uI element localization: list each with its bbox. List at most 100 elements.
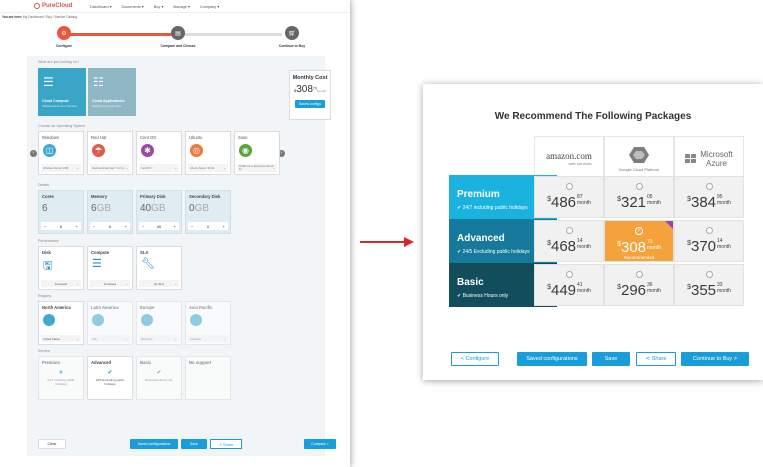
step-buy[interactable]: 🛒︎ Continue to Buy	[262, 24, 322, 48]
minus-icon[interactable]: −	[93, 224, 95, 229]
radio-button[interactable]	[635, 271, 643, 278]
os-card[interactable]: Suse ◉ SUSE Linux Enterprise Server 11 ⌄	[234, 131, 280, 175]
performance-card[interactable]: Compute ☰ Increased ⌄	[87, 246, 133, 290]
select-value: Increased	[54, 281, 68, 286]
stepper-value: 6	[59, 223, 63, 229]
price-cell[interactable]: $486 87 month	[534, 176, 604, 218]
country-select[interactable]: Germany ⌄	[139, 335, 179, 342]
region-card[interactable]: Asia Pacific Australia ⌄	[185, 301, 231, 345]
compare-button[interactable]: Compare >	[304, 439, 336, 449]
service-card[interactable]: Basic ✔ Business Hours only	[136, 356, 182, 400]
saved-configurations-button[interactable]: Saved configurations	[517, 352, 587, 366]
os-card[interactable]: Windows ◫ Windows Server 2016 ⌄	[38, 131, 84, 175]
performance-select[interactable]: Increased ⌄	[90, 280, 130, 287]
chevron-left-icon[interactable]: ‹	[30, 150, 37, 157]
windows-icon: ◫	[43, 144, 56, 157]
minus-icon[interactable]: −	[44, 224, 46, 229]
service-card[interactable]: Premium ★ 24/7 including public holidays	[38, 356, 84, 400]
plus-icon[interactable]: +	[174, 224, 176, 229]
quantity-stepper[interactable]: − 6 +	[41, 222, 81, 230]
radio-button[interactable]	[565, 183, 573, 190]
service-card[interactable]: Advanced ✔ 24/5 Excluding public holidays	[87, 356, 133, 400]
price-amount: 486	[550, 194, 577, 211]
price-cell[interactable]: $370 14 month	[674, 220, 744, 262]
price-cell[interactable]: $449 41 month	[534, 264, 604, 306]
os-card[interactable]: Ubuntu ◎ Ubuntu Server 16.04 ⌄	[185, 131, 231, 175]
quantity-stepper[interactable]: − 40 +	[139, 222, 179, 230]
country-select[interactable]: N/A ⌄	[90, 335, 130, 342]
plus-icon[interactable]: +	[223, 224, 225, 229]
radio-button[interactable]	[705, 227, 713, 234]
quantity-stepper[interactable]: − 6 +	[90, 222, 130, 230]
plus-icon[interactable]: +	[125, 224, 127, 229]
os-version-select[interactable]: SUSE Linux Enterprise Server 11 ⌄	[237, 164, 277, 172]
price-cell[interactable]: $468 14 month	[534, 220, 604, 262]
nav-dashboard[interactable]: Dashboard ▾	[90, 4, 112, 9]
minus-icon[interactable]: −	[142, 224, 144, 229]
plus-icon[interactable]: +	[76, 224, 78, 229]
continue-to-buy-button[interactable]: Continue to Buy >	[681, 352, 749, 366]
saved-configs-button[interactable]: Saved configs	[295, 100, 325, 108]
performance-card[interactable]: SLA 🔧︎ No SLA ⌄	[136, 246, 182, 290]
save-button[interactable]: Save	[592, 352, 630, 366]
step-compare[interactable]: ▤ Compare and Choose	[148, 24, 208, 48]
nav-manage[interactable]: Manage ▾	[173, 4, 190, 9]
clear-button[interactable]: Clear	[38, 439, 66, 449]
region-card[interactable]: Europe Germany ⌄	[136, 301, 182, 345]
price-cell[interactable]: $296 36 month	[604, 264, 674, 306]
performance-select[interactable]: Increased ⌄	[41, 280, 81, 287]
region-card[interactable]: Latin America N/A ⌄	[87, 301, 133, 345]
cost-amount: 308	[296, 84, 313, 95]
detail-name: Cores	[42, 194, 54, 199]
list-icon: ☰	[43, 75, 54, 89]
nav-buy[interactable]: Buy ▾	[154, 4, 164, 9]
select-value: Germany	[141, 336, 153, 341]
share-button[interactable]: ≺ Share	[210, 439, 242, 449]
breadcrumb-path[interactable]: My Dashboard / Buy / Service Catalog	[23, 15, 77, 19]
step-configure[interactable]: ⚙ Configure	[34, 24, 94, 48]
price-period: month	[647, 245, 661, 251]
radio-button[interactable]	[565, 227, 573, 234]
os-version-select[interactable]: Windows Server 2016 ⌄	[41, 164, 81, 172]
brand-logo[interactable]: PureCloud	[34, 3, 90, 9]
minus-icon[interactable]: −	[191, 224, 193, 229]
select-value: Windows Server 2016	[43, 166, 69, 170]
option-cloud-compute[interactable]: ☰ Cloud Compute Infrastructure as a Serv…	[38, 68, 86, 116]
configure-button[interactable]: < Configure	[451, 352, 499, 366]
performance-card[interactable]: Disk 🖫 Increased ⌄	[38, 246, 84, 290]
performance-select[interactable]: No SLA ⌄	[139, 280, 179, 287]
os-version-select[interactable]: Red Hat Enterprise 7.3 v1.3 ⌄	[90, 164, 130, 172]
nav-company[interactable]: Company ▾	[200, 4, 219, 9]
radio-button[interactable]	[565, 271, 573, 278]
configurator-page: PureCloud Dashboard ▾ Documents ▾ Buy ▾ …	[0, 0, 350, 467]
list-icon: ☰	[92, 258, 102, 270]
option-cloud-applications[interactable]: ☷ Cloud Applications Software as a Servi…	[88, 68, 136, 116]
price-cell[interactable]: $384 95 month	[674, 176, 744, 218]
region-card[interactable]: North America United States ⌄	[38, 301, 84, 345]
price-cell[interactable]: $321 05 month	[604, 176, 674, 218]
detail-card: Primary Disk 40GB −40 +	[136, 190, 182, 234]
amazon-logo: amazon.com	[546, 151, 592, 161]
radio-button[interactable]	[635, 183, 643, 190]
quantity-stepper[interactable]: − 0 +	[188, 222, 228, 230]
saved-configurations-button[interactable]: Saved configurations	[130, 439, 178, 449]
country-select[interactable]: Australia ⌄	[188, 335, 228, 342]
radio-button[interactable]	[705, 183, 713, 190]
os-version-select[interactable]: CentOS 7 ⌄	[139, 164, 179, 172]
share-button[interactable]: ≺ Share	[636, 352, 676, 366]
os-card[interactable]: Red Hat ☂ Red Hat Enterprise 7.3 v1.3 ⌄	[87, 131, 133, 175]
detail-card: Memory 6GB − 6 +	[87, 190, 133, 234]
service-card[interactable]: No support	[185, 356, 231, 400]
price-cell[interactable]: $355 33 month	[674, 264, 744, 306]
price-cell[interactable]: ✓ $308 79 month Recommended	[604, 220, 674, 262]
save-button[interactable]: Save	[181, 439, 207, 449]
service-description: 24/7 including public holidays	[47, 378, 75, 386]
country-select[interactable]: United States ⌄	[41, 335, 81, 342]
price-period: month	[717, 200, 731, 206]
radio-button[interactable]	[705, 271, 713, 278]
service-description: 24/5 Excluding public holidays	[95, 378, 125, 386]
price-value: $384 95 month	[687, 194, 731, 211]
os-card[interactable]: Cent OS ✱ CentOS 7 ⌄	[136, 131, 182, 175]
os-version-select[interactable]: Ubuntu Server 16.04 ⌄	[188, 164, 228, 172]
nav-documents[interactable]: Documents ▾	[122, 4, 144, 9]
